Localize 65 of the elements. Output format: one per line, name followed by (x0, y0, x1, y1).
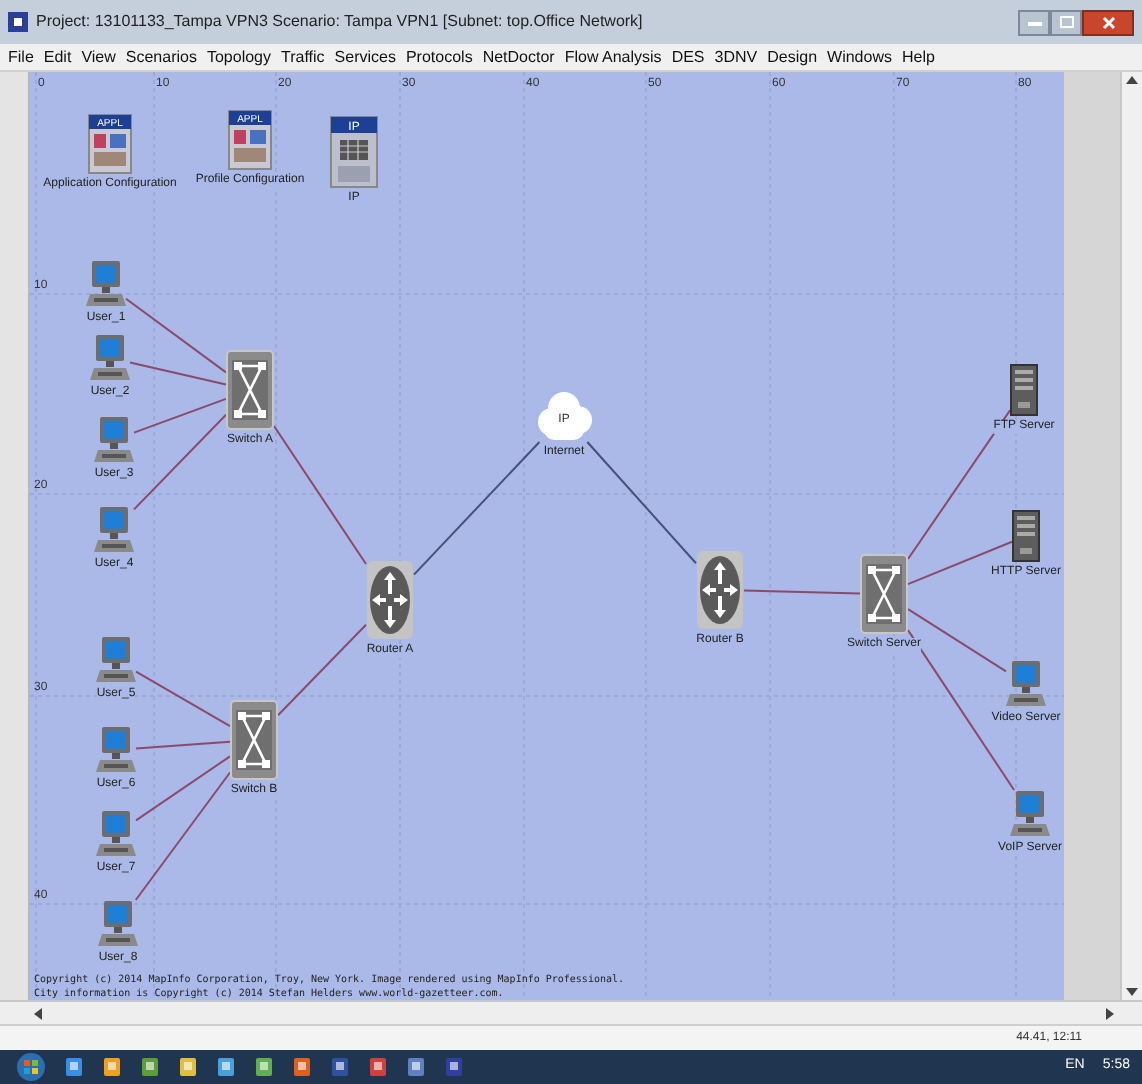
taskbar-app-icon[interactable] (444, 1056, 464, 1078)
taskbar-app-icon[interactable] (368, 1056, 388, 1078)
menu-item[interactable]: Design (767, 45, 818, 69)
router-icon[interactable] (696, 550, 744, 630)
vertical-scrollbar[interactable] (1120, 72, 1142, 1000)
minimize-icon (1027, 19, 1041, 25)
menu-item[interactable]: Services (334, 45, 396, 69)
menu-item[interactable]: View (81, 45, 116, 69)
computer-icon[interactable] (98, 900, 138, 948)
switch-icon[interactable] (860, 554, 908, 634)
computer-icon[interactable] (90, 334, 130, 382)
window-title: Project: 13101133_Tampa VPN3 Scenario: Tampa VPN1 [Subnet: top.Office Network] (36, 10, 643, 34)
close-button[interactable] (1082, 9, 1134, 35)
computer-icon[interactable] (94, 506, 134, 554)
menu-item[interactable]: Edit (43, 45, 72, 69)
connection-line (586, 441, 697, 565)
app-icon (8, 12, 28, 32)
horizontal-scrollbar[interactable] (0, 1000, 1142, 1024)
server-icon[interactable] (1010, 364, 1038, 416)
maximize-button[interactable] (1050, 9, 1082, 35)
taskbar-app-icon[interactable] (406, 1056, 426, 1078)
router-icon[interactable] (366, 560, 414, 640)
taskbar-app-icon[interactable] (178, 1056, 198, 1078)
connection-line (273, 425, 367, 565)
scroll-right-icon[interactable] (1106, 1007, 1114, 1019)
menu-item[interactable]: Traffic (281, 45, 325, 69)
menu-item[interactable]: Windows (827, 45, 892, 69)
taskbar-app-icon[interactable] (216, 1056, 236, 1078)
connection-line (135, 740, 231, 750)
scroll-down-icon[interactable] (1126, 988, 1138, 996)
computer-icon[interactable] (96, 726, 136, 774)
computer-icon[interactable] (1006, 660, 1046, 708)
scroll-left-icon[interactable] (34, 1007, 42, 1019)
menu-item[interactable]: 3DNV (714, 45, 758, 69)
computer-icon[interactable] (94, 416, 134, 464)
menu-item[interactable]: Help (901, 45, 935, 69)
maximize-icon (1059, 16, 1073, 28)
connection-line (413, 441, 541, 576)
computer-icon[interactable] (86, 260, 126, 308)
menu-item[interactable]: Flow Analysis (564, 45, 662, 69)
scroll-up-icon[interactable] (1126, 76, 1138, 84)
switch-icon[interactable] (226, 350, 274, 430)
computer-icon[interactable] (96, 810, 136, 858)
menu-item[interactable]: File (8, 45, 34, 69)
taskbar-app-icon[interactable] (254, 1056, 274, 1078)
taskbar-app-icon[interactable] (140, 1056, 160, 1078)
menu-item[interactable]: NetDoctor (482, 45, 555, 69)
connection-line (135, 670, 231, 728)
computer-icon[interactable] (96, 636, 136, 684)
menu-item[interactable]: Topology (206, 45, 271, 69)
minimize-button[interactable] (1018, 9, 1050, 35)
menu-item[interactable]: DES (671, 45, 705, 69)
server-icon[interactable] (1012, 510, 1040, 562)
switch-icon[interactable] (230, 700, 278, 780)
computer-icon[interactable] (1010, 790, 1050, 838)
close-icon (1101, 15, 1115, 29)
menu-item[interactable]: Protocols (405, 45, 473, 69)
connection-line (277, 623, 367, 717)
taskbar-app-icon[interactable] (64, 1056, 84, 1078)
taskbar-app-icon[interactable] (102, 1056, 122, 1078)
taskbar-app-icon[interactable] (292, 1056, 312, 1078)
start-button[interactable] (16, 1052, 46, 1082)
taskbar-app-icon[interactable] (330, 1056, 350, 1078)
connection-line (743, 589, 861, 595)
menu-item[interactable]: Scenarios (125, 45, 197, 69)
